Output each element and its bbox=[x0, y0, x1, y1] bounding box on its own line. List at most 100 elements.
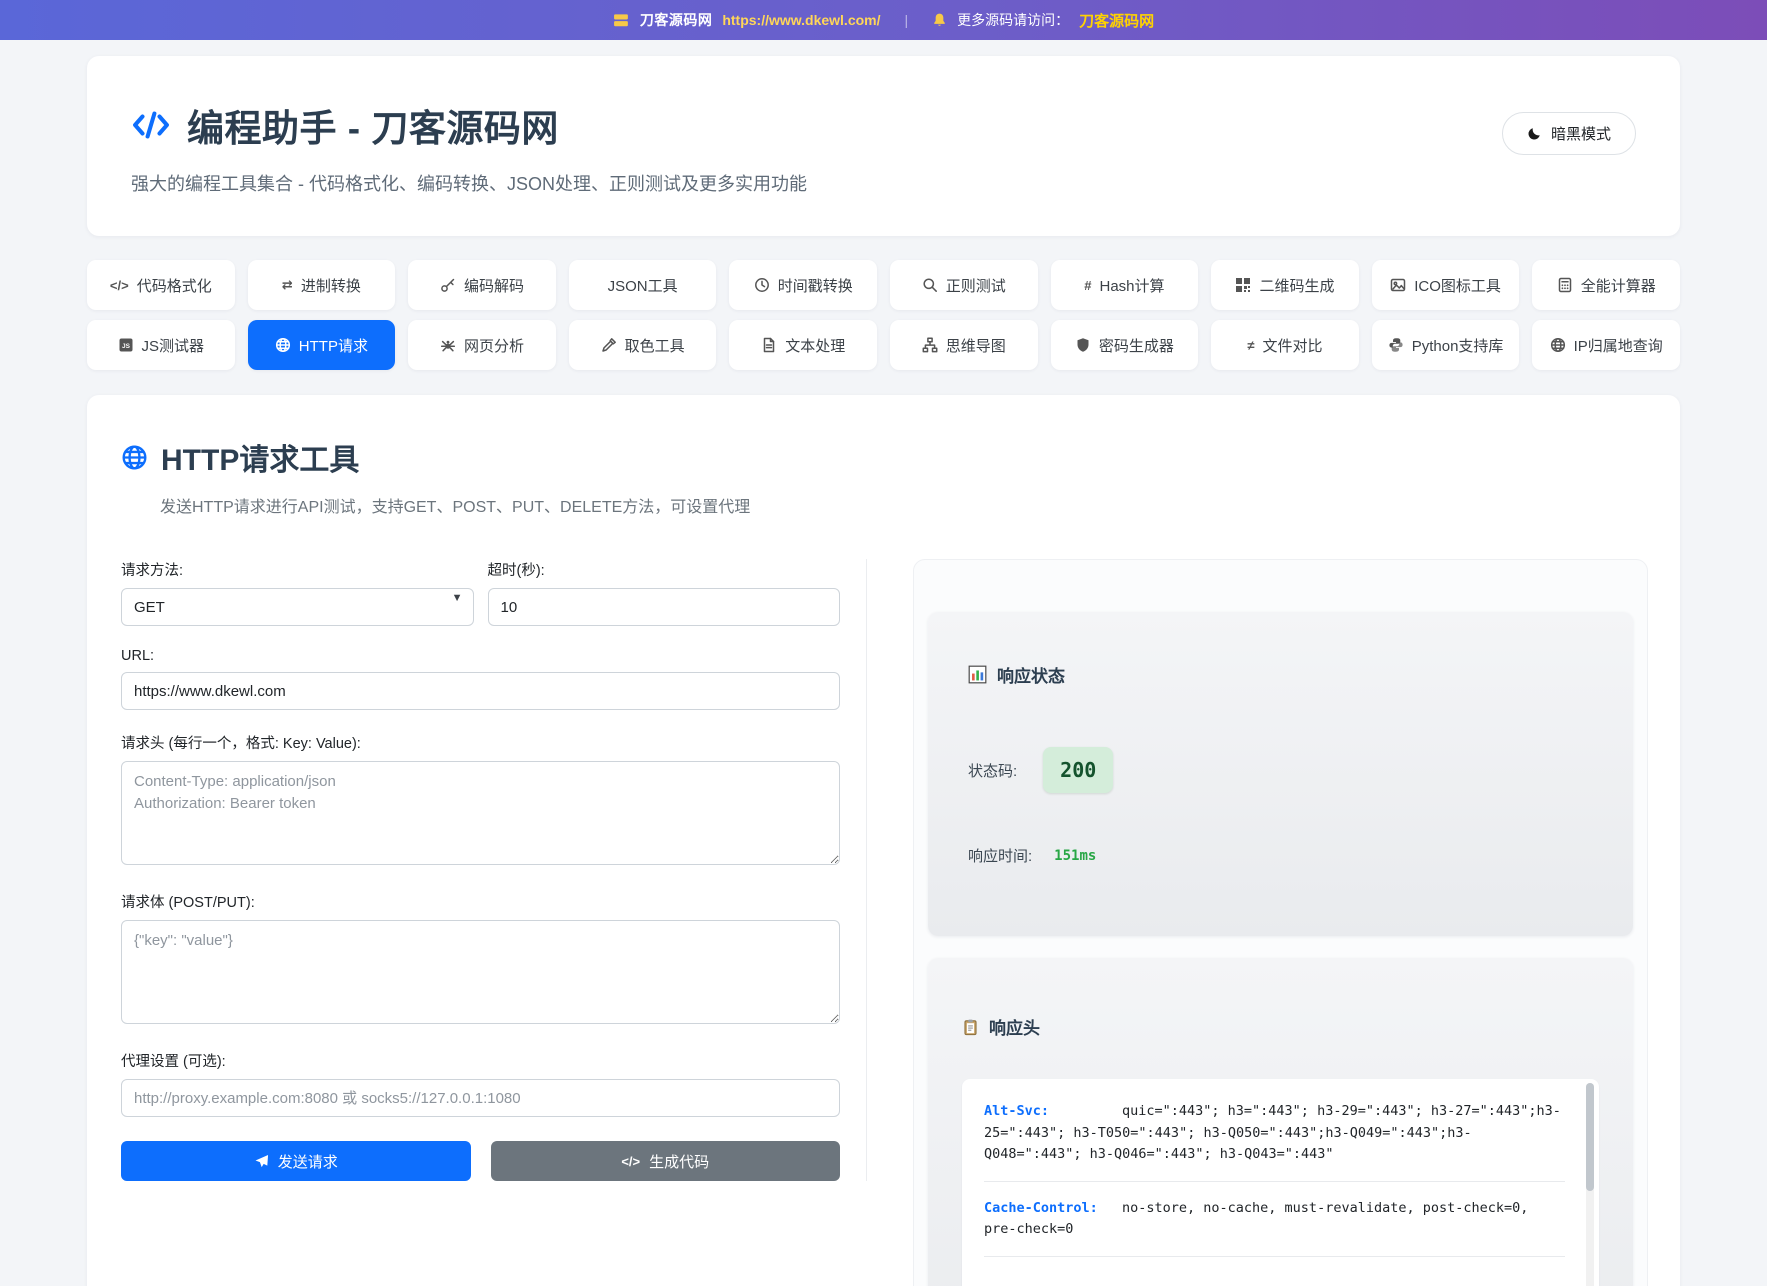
code-brackets-icon bbox=[131, 108, 171, 142]
topbar-url-link[interactable]: https://www.dkewl.com/ bbox=[722, 12, 880, 28]
svg-text:JS: JS bbox=[122, 343, 131, 350]
send-request-label: 发送请求 bbox=[278, 1151, 338, 1172]
page-title: 编程助手 - 刀客源码网 bbox=[187, 98, 559, 152]
tab-json-tools[interactable]: JSON工具 bbox=[569, 260, 717, 310]
tab-file-diff[interactable]: ≠文件对比 bbox=[1211, 320, 1359, 370]
page-subtitle: 强大的编程工具集合 - 代码格式化、编码转换、JSON处理、正则测试及更多实用功… bbox=[131, 170, 1636, 196]
tab-label: 网页分析 bbox=[464, 335, 524, 356]
request-body-textarea[interactable] bbox=[121, 920, 840, 1024]
response-panel: 响应状态 状态码: 200 响应时间: 151ms bbox=[913, 559, 1648, 1286]
hash-icon: # bbox=[1084, 278, 1091, 293]
request-headers-textarea[interactable] bbox=[121, 761, 840, 865]
tab-ico-tool[interactable]: ICO图标工具 bbox=[1372, 260, 1520, 310]
response-header-row: Alt-Svc:quic=":443"; h3=":443"; h3-29=":… bbox=[984, 1085, 1565, 1182]
bell-icon bbox=[932, 12, 947, 28]
moon-icon bbox=[1527, 126, 1542, 141]
tab-text-process[interactable]: 文本处理 bbox=[729, 320, 877, 370]
method-select[interactable]: GET bbox=[121, 588, 474, 626]
tab-calculator[interactable]: 全能计算器 bbox=[1532, 260, 1680, 310]
response-time-value: 151ms bbox=[1054, 848, 1096, 864]
http-tool-panel: HTTP请求工具 发送HTTP请求进行API测试，支持GET、POST、PUT、… bbox=[87, 395, 1680, 1286]
tool-tabs: </>代码格式化 ⇄ 进制转换 编码解码 JSON工具 时间戳转换 正则测试 #Hash计算 二… bbox=[87, 260, 1680, 370]
swap-icon: ⇄ bbox=[282, 277, 293, 293]
globe-icon bbox=[121, 444, 148, 471]
proxy-label: 代理设置 (可选): bbox=[121, 1050, 840, 1071]
tab-label: 代码格式化 bbox=[137, 275, 212, 296]
eyedropper-icon bbox=[601, 337, 617, 353]
tab-code-format[interactable]: </>代码格式化 bbox=[87, 260, 235, 310]
tab-base-convert[interactable]: ⇄ 进制转换 bbox=[248, 260, 396, 310]
qrcode-icon bbox=[1235, 277, 1251, 293]
page-header: 编程助手 - 刀客源码网 强大的编程工具集合 - 代码格式化、编码转换、JSON… bbox=[87, 56, 1680, 236]
tab-web-analyze[interactable]: 网页分析 bbox=[408, 320, 556, 370]
scrollbar-thumb[interactable] bbox=[1586, 1083, 1594, 1191]
tab-ip-lookup[interactable]: IP归属地查询 bbox=[1532, 320, 1680, 370]
clock-icon bbox=[754, 277, 770, 293]
url-input[interactable] bbox=[121, 672, 840, 710]
tab-http-request[interactable]: HTTP请求 bbox=[248, 320, 396, 370]
tab-label: 时间戳转换 bbox=[778, 275, 853, 296]
topbar-divider: | bbox=[905, 12, 909, 28]
response-status-card: 响应状态 状态码: 200 响应时间: 151ms bbox=[928, 612, 1633, 936]
tab-qrcode-gen[interactable]: 二维码生成 bbox=[1211, 260, 1359, 310]
tab-hash-calc[interactable]: #Hash计算 bbox=[1051, 260, 1199, 310]
request-form: 请求方法: GET ▼ 超时(秒): URL: bbox=[121, 559, 867, 1181]
tab-label: JSON工具 bbox=[608, 275, 678, 296]
tab-encode-decode[interactable]: 编码解码 bbox=[408, 260, 556, 310]
tab-label: HTTP请求 bbox=[299, 335, 368, 356]
image-icon bbox=[1390, 277, 1406, 293]
tool-subtitle: 发送HTTP请求进行API测试，支持GET、POST、PUT、DELETE方法，… bbox=[160, 493, 1648, 517]
paper-plane-icon bbox=[254, 1154, 269, 1169]
tab-label: JS测试器 bbox=[142, 335, 205, 356]
timeout-label: 超时(秒): bbox=[488, 559, 841, 580]
magnifier-icon bbox=[922, 277, 938, 293]
js-icon: JS bbox=[118, 337, 134, 353]
timeout-input[interactable] bbox=[488, 588, 841, 626]
generate-code-button[interactable]: </> 生成代码 bbox=[491, 1141, 841, 1181]
shield-icon bbox=[1075, 337, 1091, 353]
clipboard-icon bbox=[962, 1018, 979, 1036]
header-name: Alt-Svc: bbox=[984, 1101, 1122, 1123]
tab-mind-map[interactable]: 思维导图 bbox=[890, 320, 1038, 370]
sitemap-icon bbox=[922, 337, 938, 353]
tab-js-tester[interactable]: JS JS测试器 bbox=[87, 320, 235, 370]
dark-mode-button[interactable]: 暗黑模式 bbox=[1502, 112, 1636, 155]
tab-label: 正则测试 bbox=[946, 275, 1006, 296]
status-code-badge: 200 bbox=[1043, 747, 1113, 793]
scrollbar-track[interactable] bbox=[1586, 1083, 1594, 1286]
topbar-more-text: 更多源码请访问： bbox=[957, 10, 1069, 30]
tab-regex-test[interactable]: 正则测试 bbox=[890, 260, 1038, 310]
header-name: Cache-Control: bbox=[984, 1198, 1122, 1220]
send-request-button[interactable]: 发送请求 bbox=[121, 1141, 471, 1181]
topbar-more-link[interactable]: 刀客源码网 bbox=[1079, 10, 1154, 31]
topbar: 刀客源码网 https://www.dkewl.com/ | 更多源码请访问： … bbox=[0, 0, 1767, 40]
tab-label: 文本处理 bbox=[785, 335, 845, 356]
tab-label: 进制转换 bbox=[301, 275, 361, 296]
response-headers-box: Alt-Svc:quic=":443"; h3=":443"; h3-29=":… bbox=[962, 1079, 1599, 1286]
globe-icon bbox=[1550, 337, 1566, 353]
response-time-label: 响应时间: bbox=[968, 845, 1032, 866]
tab-label: 文件对比 bbox=[1263, 335, 1323, 356]
request-body-label: 请求体 (POST/PUT): bbox=[121, 891, 840, 912]
response-header-row: Cache-Control:no-store, no-cache, must-r… bbox=[984, 1182, 1565, 1257]
tab-password-gen[interactable]: 密码生成器 bbox=[1051, 320, 1199, 370]
response-headers-list: Alt-Svc:quic=":443"; h3=":443"; h3-29=":… bbox=[984, 1085, 1565, 1257]
globe-icon bbox=[275, 337, 291, 353]
source-cards-icon bbox=[613, 12, 630, 29]
tab-label: 二维码生成 bbox=[1259, 275, 1334, 296]
spider-icon bbox=[440, 337, 456, 353]
request-headers-label: 请求头 (每行一个，格式: Key: Value): bbox=[121, 732, 840, 753]
dark-mode-label: 暗黑模式 bbox=[1551, 123, 1611, 144]
bar-chart-icon bbox=[968, 665, 987, 684]
key-icon bbox=[440, 277, 456, 293]
tab-color-picker[interactable]: 取色工具 bbox=[569, 320, 717, 370]
tab-timestamp-convert[interactable]: 时间戳转换 bbox=[729, 260, 877, 310]
tab-python-lib[interactable]: Python支持库 bbox=[1372, 320, 1520, 370]
tab-label: Python支持库 bbox=[1412, 335, 1504, 356]
url-label: URL: bbox=[121, 648, 840, 664]
calculator-icon bbox=[1557, 277, 1573, 293]
tab-label: 思维导图 bbox=[946, 335, 1006, 356]
tool-title: HTTP请求工具 bbox=[161, 435, 359, 479]
proxy-input[interactable] bbox=[121, 1079, 840, 1117]
code-icon: </> bbox=[621, 1154, 640, 1169]
